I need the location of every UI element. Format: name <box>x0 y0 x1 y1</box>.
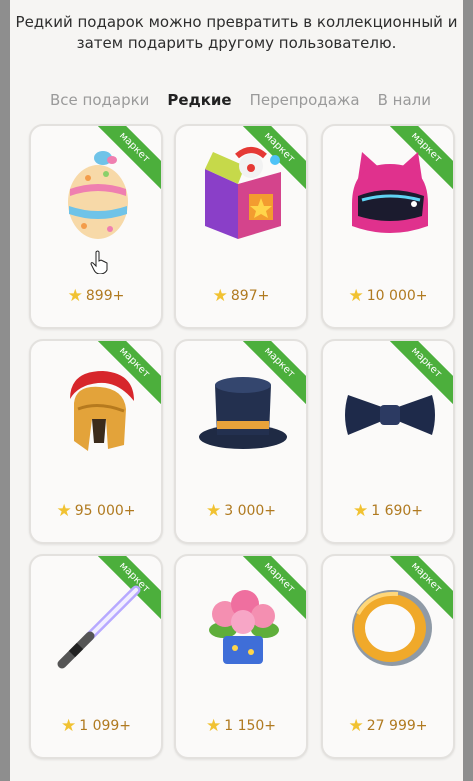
tab-rare[interactable]: Редкие <box>167 91 231 109</box>
spartan-helmet-icon <box>70 371 134 451</box>
jack-in-the-box-icon <box>205 147 281 239</box>
gift-tabs: Все подарки Редкие Перепродажа В нали <box>50 91 463 115</box>
cat-helmet-icon <box>352 152 428 233</box>
star-icon: ★ <box>56 501 72 521</box>
gift-card-top-hat[interactable]: маркет ★ 3 000+ <box>174 339 308 544</box>
gift-card-flower-pot[interactable]: маркет ★ 1 150+ <box>174 554 308 759</box>
easter-egg-icon <box>68 151 128 239</box>
price-label: ★ 1 099+ <box>31 716 161 736</box>
price-label: ★ 3 000+ <box>176 501 306 521</box>
price-value: 897+ <box>230 288 270 304</box>
bow-tie-icon <box>345 395 435 435</box>
gift-card-lightsaber[interactable]: маркет ★ 1 099+ <box>29 554 163 759</box>
gift-card-bow-tie[interactable]: маркет ★ 1 690+ <box>321 339 455 544</box>
price-value: 3 000+ <box>224 503 277 519</box>
price-value: 1 099+ <box>79 718 132 734</box>
star-icon: ★ <box>205 716 222 736</box>
tab-all-gifts[interactable]: Все подарки <box>50 91 149 109</box>
price-label: ★ 27 999+ <box>323 716 453 736</box>
gold-ring-icon <box>352 590 432 666</box>
price-value: 27 999+ <box>366 718 428 734</box>
price-label: ★ 1 150+ <box>176 716 306 736</box>
price-label: ★ 95 000+ <box>31 501 161 521</box>
price-label: ★ 10 000+ <box>323 286 453 306</box>
hand-cursor-icon <box>90 250 108 274</box>
price-value: 899+ <box>85 288 125 304</box>
gift-card-easter-egg[interactable]: маркет ★ 899+ <box>29 124 163 329</box>
tab-in-stock[interactable]: В нали <box>378 91 431 109</box>
star-icon: ★ <box>212 286 228 306</box>
tab-resale[interactable]: Перепродажа <box>250 91 360 109</box>
star-icon: ★ <box>348 286 364 306</box>
price-value: 1 690+ <box>371 503 424 519</box>
price-value: 1 150+ <box>224 718 277 734</box>
star-icon: ★ <box>348 716 364 736</box>
gift-card-jack-in-box[interactable]: маркет ★ 897+ <box>174 124 308 329</box>
description-text: Редкий подарок можно превратить в коллек… <box>15 13 458 52</box>
gifts-panel: Редкий подарок можно превратить в коллек… <box>10 0 463 781</box>
star-icon: ★ <box>352 501 369 521</box>
price-value: 95 000+ <box>74 503 136 519</box>
star-icon: ★ <box>60 716 77 736</box>
lightsaber-icon <box>57 585 141 669</box>
star-icon: ★ <box>67 286 83 306</box>
price-value: 10 000+ <box>366 288 428 304</box>
price-label: ★ 1 690+ <box>323 501 453 521</box>
flower-pot-icon <box>209 590 279 664</box>
gift-card-spartan-helmet[interactable]: маркет ★ 95 000+ <box>29 339 163 544</box>
star-icon: ★ <box>205 501 222 521</box>
price-label: ★ 897+ <box>176 286 306 306</box>
price-label: ★ 899+ <box>31 286 161 306</box>
top-hat-icon <box>199 377 287 449</box>
gift-card-gold-ring[interactable]: маркет ★ 27 999+ <box>321 554 455 759</box>
gift-card-cat-helmet[interactable]: маркет ★ 10 000+ <box>321 124 455 329</box>
